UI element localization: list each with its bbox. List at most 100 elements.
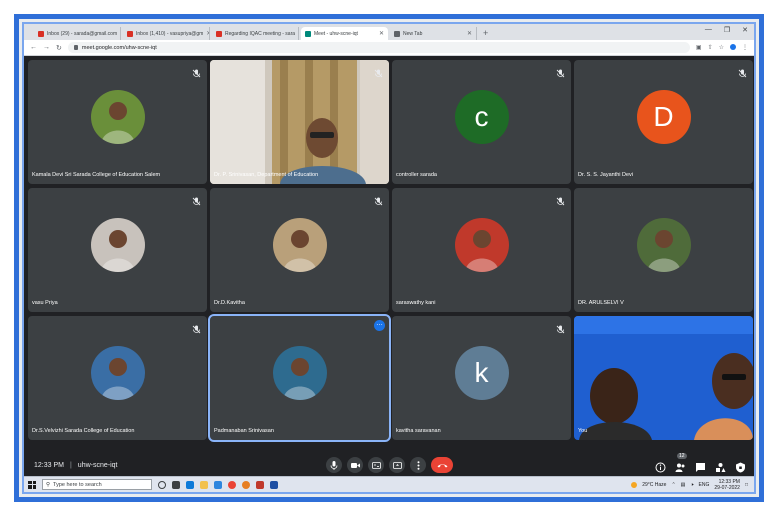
mic-off-icon	[556, 65, 565, 78]
cortana-icon[interactable]	[158, 480, 166, 489]
taskbar-search-box[interactable]: ⚲ Type here to search	[42, 479, 152, 490]
forward-icon[interactable]: →	[43, 44, 50, 51]
mic-off-icon	[556, 193, 565, 206]
firefox-icon[interactable]	[242, 480, 250, 489]
participant-tile[interactable]: vasu Priya	[28, 188, 207, 312]
lock-icon	[73, 45, 78, 50]
language-indicator[interactable]: ENG	[699, 482, 710, 488]
chat-icon	[696, 462, 705, 472]
info-icon	[655, 462, 666, 472]
mic-off-icon	[738, 65, 747, 78]
browser-tab[interactable]: Inbox (29) - sarada@gmail.com✕	[34, 27, 121, 40]
participant-tile[interactable]: Dr. P. Srinivasan, Department of Educati…	[210, 60, 389, 184]
store-icon[interactable]	[214, 480, 222, 489]
network-icon[interactable]: ▤	[681, 482, 686, 488]
tab-close-icon[interactable]: ✕	[298, 30, 299, 37]
tab-close-icon[interactable]: ✕	[206, 30, 209, 37]
menu-dots-icon[interactable]: ⋮	[742, 44, 748, 51]
participant-avatar	[272, 346, 327, 400]
participant-tile[interactable]: k kavitha saravanan	[392, 316, 571, 440]
tab-label: Inbox (29) - sarada@gmail.com	[47, 30, 118, 37]
tab-label: Meet - uhw-scne-iqt	[314, 30, 358, 37]
weather-text: 29°C Haze	[642, 481, 667, 488]
task-view-icon[interactable]	[172, 480, 180, 489]
tab-close-icon[interactable]: ✕	[467, 30, 472, 37]
shield-lock-icon	[736, 462, 745, 472]
captions-button[interactable]	[368, 457, 384, 473]
participant-name: controller sarada	[396, 172, 437, 178]
participant-name: Padmanaban Srinivasan	[214, 428, 274, 434]
restore-icon[interactable]: ❐	[724, 26, 730, 34]
host-controls-button[interactable]	[735, 460, 746, 472]
windows-start-icon[interactable]	[28, 480, 36, 489]
captions-icon	[371, 461, 381, 469]
participant-tile[interactable]: DR. ARULSELVI V	[574, 188, 753, 312]
camera-permission-icon[interactable]: ▣	[696, 44, 702, 51]
participant-name: vasu Priya	[32, 300, 58, 306]
reload-icon[interactable]: ↻	[56, 44, 62, 52]
browser-tab-bar: Inbox (29) - sarada@gmail.com✕Inbox (1,4…	[24, 24, 754, 40]
side-panel-controls: 12	[655, 452, 746, 472]
minimize-icon[interactable]: —	[705, 26, 712, 34]
mic-off-icon	[192, 65, 201, 78]
browser-tab[interactable]: Regarding IQAC meeting - sara✕	[212, 27, 299, 40]
self-video	[574, 316, 753, 440]
more-options-button[interactable]	[410, 457, 426, 473]
meeting-info: 12:33 PM | uhw-scne-iqt	[34, 462, 117, 469]
participant-name: Dr.D.Kavitha	[214, 300, 245, 306]
participant-tile[interactable]: c controller sarada	[392, 60, 571, 184]
participant-tile[interactable]: D Dr. S. S. Jayanthi Devi	[574, 60, 753, 184]
bookmark-star-icon[interactable]: ☆	[719, 44, 724, 51]
url-field[interactable]: meet.google.com/uhw-scne-iqt	[67, 42, 690, 53]
leave-call-button[interactable]	[431, 457, 453, 473]
tile-options-icon[interactable]: …	[374, 320, 385, 331]
back-icon[interactable]: ←	[30, 44, 37, 51]
participant-tile[interactable]: Kamala Devi Sri Sarada College of Educat…	[28, 60, 207, 184]
pdf-reader-icon[interactable]	[256, 480, 264, 489]
browser-tab[interactable]: Inbox (1,410) - vasupriya@gm✕	[123, 27, 210, 40]
chrome-icon[interactable]	[228, 480, 236, 489]
mic-off-icon	[374, 65, 383, 78]
participant-name: Kamala Devi Sri Sarada College of Educat…	[32, 172, 161, 178]
volume-icon[interactable]: 🕨	[690, 482, 693, 488]
extension-icon[interactable]	[730, 44, 736, 50]
new-tab-button[interactable]: +	[483, 28, 488, 38]
participant-avatar-letter: c	[454, 90, 509, 144]
share-icon[interactable]: ⇧	[708, 44, 713, 51]
word-icon[interactable]	[270, 480, 278, 489]
browser-tab[interactable]: Meet - uhw-scne-iqt ✕	[301, 27, 388, 40]
participant-avatar	[454, 218, 509, 272]
tab-label: Inbox (1,410) - vasupriya@gm	[136, 30, 204, 37]
tab-close-icon[interactable]: ✕	[379, 30, 384, 37]
file-explorer-icon[interactable]	[200, 480, 208, 489]
chat-button[interactable]	[695, 460, 706, 472]
meeting-code: uhw-scne-iqt	[77, 461, 118, 469]
notification-icon[interactable]: □	[745, 482, 748, 488]
close-icon[interactable]: ✕	[742, 26, 748, 34]
participant-tile[interactable]: saraswathy kani	[392, 188, 571, 312]
participant-video	[210, 60, 389, 184]
participant-name: Dr. S. S. Jayanthi Devi	[578, 172, 634, 178]
participant-tile[interactable]: Dr.S.Velvizhi Sarada College of Educatio…	[28, 316, 207, 440]
participant-avatar-letter: k	[454, 346, 509, 400]
tray-chevron-icon[interactable]: ⌃	[671, 482, 675, 488]
edge-icon[interactable]	[186, 480, 194, 489]
taskbar-clock[interactable]: 12:33 PM 29-07-2022	[714, 479, 740, 491]
participant-tile[interactable]: … Padmanaban Srinivasan	[208, 314, 391, 442]
system-tray: 29°C Haze ⌃ ▤ 🕨 ENG 12:33 PM 29-07-2022 …	[631, 479, 748, 491]
participant-avatar	[90, 90, 145, 144]
activities-button[interactable]	[715, 460, 726, 472]
browser-tab[interactable]: New Tab ✕	[390, 27, 477, 40]
camera-button[interactable]	[347, 457, 363, 473]
tab-label: Regarding IQAC meeting - sara	[225, 30, 296, 37]
search-placeholder: Type here to search	[53, 481, 102, 488]
microphone-button[interactable]	[326, 457, 342, 473]
present-button[interactable]	[389, 457, 405, 473]
participant-tile[interactable]: Dr.D.Kavitha	[210, 188, 389, 312]
participant-name: DR. ARULSELVI V	[578, 300, 624, 306]
tab-close-icon[interactable]: ✕	[120, 30, 121, 37]
participant-tile[interactable]: You	[574, 316, 753, 440]
people-button[interactable]: 12	[675, 452, 687, 472]
meeting-details-button[interactable]	[655, 460, 666, 472]
participant-name: saraswathy kani	[396, 300, 436, 306]
